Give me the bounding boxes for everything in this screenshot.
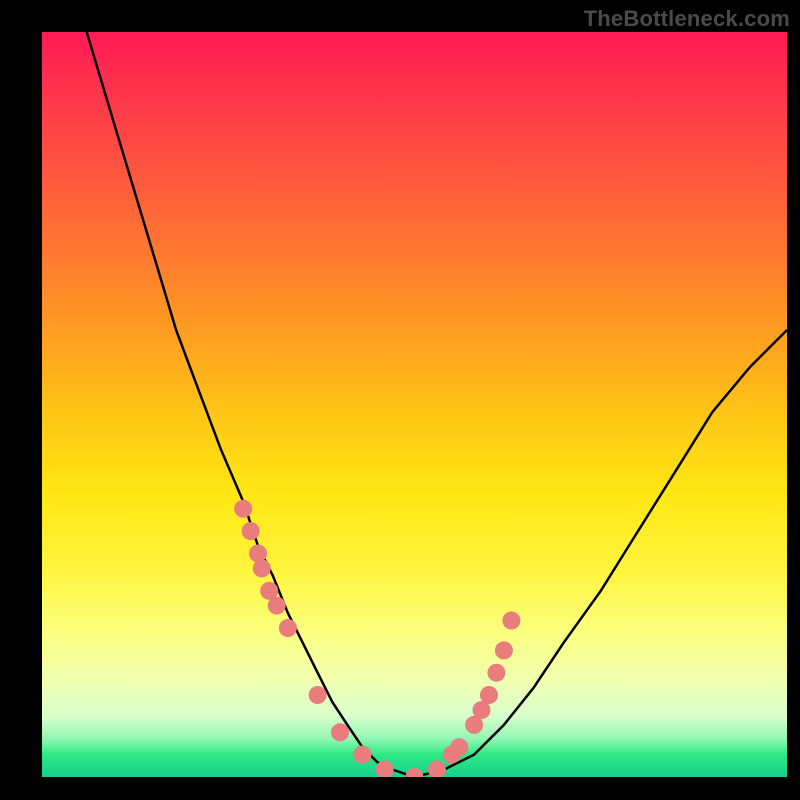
marker-dot (309, 686, 327, 704)
marker-dot (253, 559, 271, 577)
marker-dot (279, 619, 297, 637)
marker-dot (331, 723, 349, 741)
chart-container: TheBottleneck.com (0, 0, 800, 800)
marker-dot (234, 500, 252, 518)
marker-dot (406, 768, 424, 777)
marker-dot (480, 686, 498, 704)
bottleneck-curve-path (87, 32, 787, 777)
marker-dot (242, 522, 260, 540)
marker-dot (495, 641, 513, 659)
plot-area (42, 32, 787, 777)
marker-dots-group (234, 500, 520, 777)
marker-dot (268, 597, 286, 615)
curve-svg (42, 32, 787, 777)
marker-dot (428, 761, 446, 778)
marker-dot (353, 746, 371, 764)
marker-dot (450, 738, 468, 756)
watermark-text: TheBottleneck.com (584, 6, 790, 32)
marker-dot (502, 612, 520, 630)
marker-dot (487, 664, 505, 682)
